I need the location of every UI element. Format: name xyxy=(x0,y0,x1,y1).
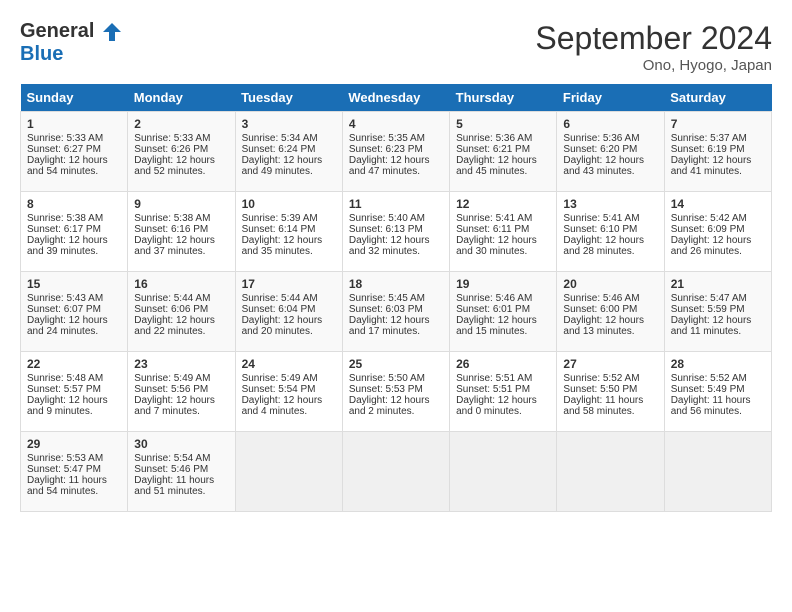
logo-line2: Blue xyxy=(20,43,123,65)
calendar-table: Sunday Monday Tuesday Wednesday Thursday… xyxy=(20,84,772,512)
cell-sep-20: 20 Sunrise: 5:46 AM Sunset: 6:00 PM Dayl… xyxy=(557,272,664,352)
cell-sep-1: 1 Sunrise: 5:33 AM Sunset: 6:27 PM Dayli… xyxy=(21,112,128,192)
cell-sep-13: 13 Sunrise: 5:41 AM Sunset: 6:10 PM Dayl… xyxy=(557,192,664,272)
cell-sep-23: 23 Sunrise: 5:49 AM Sunset: 5:56 PM Dayl… xyxy=(128,352,235,432)
header-saturday: Saturday xyxy=(664,84,771,112)
cell-empty-3 xyxy=(450,432,557,512)
cell-sep-14: 14 Sunrise: 5:42 AM Sunset: 6:09 PM Dayl… xyxy=(664,192,771,272)
cell-sep-24: 24 Sunrise: 5:49 AM Sunset: 5:54 PM Dayl… xyxy=(235,352,342,432)
cell-sep-28: 28 Sunrise: 5:52 AM Sunset: 5:49 PM Dayl… xyxy=(664,352,771,432)
cell-empty-5 xyxy=(664,432,771,512)
week-row-4: 22 Sunrise: 5:48 AM Sunset: 5:57 PM Dayl… xyxy=(21,352,772,432)
location-subtitle: Ono, Hyogo, Japan xyxy=(535,57,772,74)
week-row-2: 8 Sunrise: 5:38 AM Sunset: 6:17 PM Dayli… xyxy=(21,192,772,272)
page-header: General Blue September 2024 Ono, Hyogo, … xyxy=(20,20,772,74)
logo-icon xyxy=(101,21,123,43)
month-title: September 2024 xyxy=(535,20,772,57)
cell-sep-7: 7 Sunrise: 5:37 AM Sunset: 6:19 PM Dayli… xyxy=(664,112,771,192)
cell-sep-12: 12 Sunrise: 5:41 AM Sunset: 6:11 PM Dayl… xyxy=(450,192,557,272)
week-row-5: 29 Sunrise: 5:53 AM Sunset: 5:47 PM Dayl… xyxy=(21,432,772,512)
cell-empty-4 xyxy=(557,432,664,512)
cell-sep-16: 16 Sunrise: 5:44 AM Sunset: 6:06 PM Dayl… xyxy=(128,272,235,352)
cell-sep-26: 26 Sunrise: 5:51 AM Sunset: 5:51 PM Dayl… xyxy=(450,352,557,432)
cell-sep-5: 5 Sunrise: 5:36 AM Sunset: 6:21 PM Dayli… xyxy=(450,112,557,192)
title-block: September 2024 Ono, Hyogo, Japan xyxy=(535,20,772,74)
cell-sep-29: 29 Sunrise: 5:53 AM Sunset: 5:47 PM Dayl… xyxy=(21,432,128,512)
week-row-3: 15 Sunrise: 5:43 AM Sunset: 6:07 PM Dayl… xyxy=(21,272,772,352)
cell-sep-2: 2 Sunrise: 5:33 AM Sunset: 6:26 PM Dayli… xyxy=(128,112,235,192)
cell-sep-9: 9 Sunrise: 5:38 AM Sunset: 6:16 PM Dayli… xyxy=(128,192,235,272)
week-row-1: 1 Sunrise: 5:33 AM Sunset: 6:27 PM Dayli… xyxy=(21,112,772,192)
cell-sep-17: 17 Sunrise: 5:44 AM Sunset: 6:04 PM Dayl… xyxy=(235,272,342,352)
days-header-row: Sunday Monday Tuesday Wednesday Thursday… xyxy=(21,84,772,112)
cell-sep-3: 3 Sunrise: 5:34 AM Sunset: 6:24 PM Dayli… xyxy=(235,112,342,192)
cell-sep-8: 8 Sunrise: 5:38 AM Sunset: 6:17 PM Dayli… xyxy=(21,192,128,272)
cell-sep-10: 10 Sunrise: 5:39 AM Sunset: 6:14 PM Dayl… xyxy=(235,192,342,272)
header-monday: Monday xyxy=(128,84,235,112)
header-wednesday: Wednesday xyxy=(342,84,449,112)
cell-sep-22: 22 Sunrise: 5:48 AM Sunset: 5:57 PM Dayl… xyxy=(21,352,128,432)
header-thursday: Thursday xyxy=(450,84,557,112)
logo-text: General xyxy=(20,20,123,43)
header-tuesday: Tuesday xyxy=(235,84,342,112)
cell-sep-19: 19 Sunrise: 5:46 AM Sunset: 6:01 PM Dayl… xyxy=(450,272,557,352)
cell-sep-11: 11 Sunrise: 5:40 AM Sunset: 6:13 PM Dayl… xyxy=(342,192,449,272)
cell-sep-15: 15 Sunrise: 5:43 AM Sunset: 6:07 PM Dayl… xyxy=(21,272,128,352)
cell-sep-25: 25 Sunrise: 5:50 AM Sunset: 5:53 PM Dayl… xyxy=(342,352,449,432)
cell-empty-2 xyxy=(342,432,449,512)
cell-sep-27: 27 Sunrise: 5:52 AM Sunset: 5:50 PM Dayl… xyxy=(557,352,664,432)
cell-sep-21: 21 Sunrise: 5:47 AM Sunset: 5:59 PM Dayl… xyxy=(664,272,771,352)
cell-sep-6: 6 Sunrise: 5:36 AM Sunset: 6:20 PM Dayli… xyxy=(557,112,664,192)
header-friday: Friday xyxy=(557,84,664,112)
cell-empty-1 xyxy=(235,432,342,512)
header-sunday: Sunday xyxy=(21,84,128,112)
logo: General Blue xyxy=(20,20,123,65)
cell-sep-30: 30 Sunrise: 5:54 AM Sunset: 5:46 PM Dayl… xyxy=(128,432,235,512)
cell-sep-4: 4 Sunrise: 5:35 AM Sunset: 6:23 PM Dayli… xyxy=(342,112,449,192)
cell-sep-18: 18 Sunrise: 5:45 AM Sunset: 6:03 PM Dayl… xyxy=(342,272,449,352)
